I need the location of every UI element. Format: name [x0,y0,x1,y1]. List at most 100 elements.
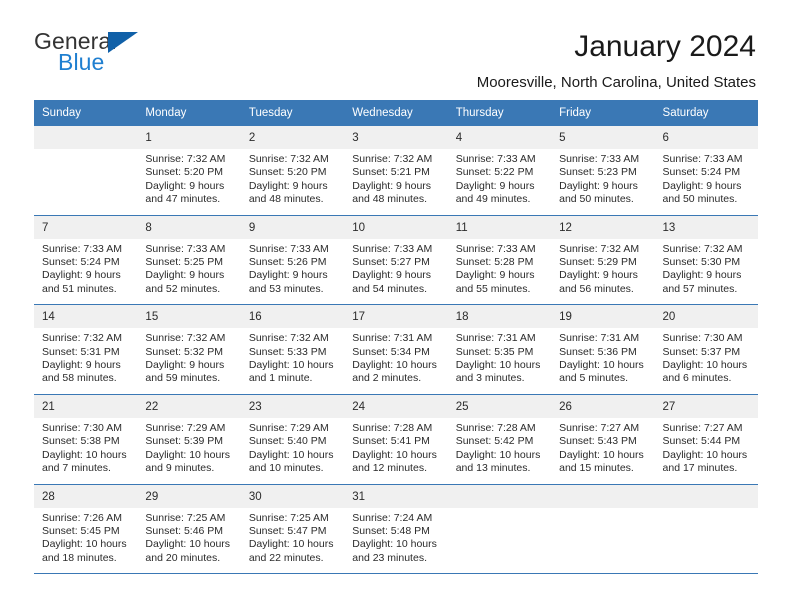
day-cell[interactable]: Sunrise: 7:31 AM Sunset: 5:34 PM Daylight:… [344,328,447,394]
day-cell[interactable]: Sunrise: 7:28 AM Sunset: 5:41 PM Daylight:… [344,418,447,484]
day-detail-line: Sunset: 5:28 PM [455,256,534,269]
day-cell[interactable]: Sunrise: 7:25 AM Sunset: 5:46 PM Daylight:… [137,508,240,574]
day-detail-line: and 17 minutes. [662,462,738,475]
day-number[interactable]: 12 [551,216,654,239]
day-detail-line: Sunrise: 7:33 AM [352,242,433,255]
day-cell[interactable]: Sunrise: 7:32 AM Sunset: 5:33 PM Daylight:… [241,328,344,394]
day-detail-line: Daylight: 9 hours [662,269,742,282]
day-number[interactable]: 26 [551,395,654,418]
day-cell[interactable]: Sunrise: 7:33 AM Sunset: 5:25 PM Daylight:… [137,239,240,305]
day-cell[interactable]: Sunrise: 7:32 AM Sunset: 5:32 PM Daylight:… [137,328,240,394]
day-cell[interactable]: Sunrise: 7:28 AM Sunset: 5:42 PM Daylight:… [448,418,551,484]
day-cell[interactable]: Sunrise: 7:30 AM Sunset: 5:38 PM Daylight:… [34,418,137,484]
page-header: General Blue January 2024 Mooresville, N… [0,0,792,100]
weekday-header-wednesday: Wednesday [352,107,413,119]
day-detail-line: Sunrise: 7:28 AM [352,421,433,434]
day-cell[interactable]: Sunrise: 7:33 AM Sunset: 5:22 PM Daylight:… [448,149,551,215]
day-cell[interactable]: Sunrise: 7:30 AM Sunset: 5:37 PM Daylight:… [655,328,758,394]
day-number[interactable]: 8 [137,216,240,239]
day-number[interactable]: 28 [34,485,137,508]
day-cell[interactable]: Sunrise: 7:33 AM Sunset: 5:24 PM Daylight:… [34,239,137,305]
day-cell[interactable]: Sunrise: 7:33 AM Sunset: 5:27 PM Daylight:… [344,239,447,305]
day-number[interactable]: 21 [34,395,137,418]
day-detail-line: Daylight: 10 hours [662,359,748,372]
day-detail-line: and 53 minutes. [248,282,324,295]
day-cell[interactable]: Sunrise: 7:31 AM Sunset: 5:36 PM Daylight:… [551,328,654,394]
day-cell[interactable]: Sunrise: 7:32 AM Sunset: 5:29 PM Daylight:… [551,239,654,305]
day-detail-line: Sunrise: 7:24 AM [352,511,433,524]
day-detail-line: Sunrise: 7:33 AM [248,242,329,255]
day-number-row: 7 8 9 10 11 12 13 [34,215,758,239]
day-cell[interactable]: Sunrise: 7:27 AM Sunset: 5:44 PM Daylight:… [655,418,758,484]
day-cell[interactable]: Sunrise: 7:29 AM Sunset: 5:40 PM Daylight:… [241,418,344,484]
day-number[interactable]: 16 [241,305,344,328]
day-cell[interactable]: Sunrise: 7:32 AM Sunset: 5:20 PM Daylight:… [137,149,240,215]
day-detail-line: Sunrise: 7:27 AM [559,421,640,434]
day-number[interactable]: 4 [448,126,551,149]
day-detail-line: Sunset: 5:26 PM [248,256,327,269]
day-cell[interactable]: Sunrise: 7:26 AM Sunset: 5:45 PM Daylight:… [34,508,137,574]
day-cell[interactable]: Sunrise: 7:24 AM Sunset: 5:48 PM Daylight:… [344,508,447,574]
day-number[interactable]: 18 [448,305,551,328]
day-cell-empty [655,508,758,574]
day-number[interactable]: 29 [137,485,240,508]
calendar-weeks: 1 2 3 4 5 6 Sunrise: 7:32 AM Sunset: 5:20 PM Day… [34,126,758,575]
day-number[interactable]: 15 [137,305,240,328]
day-detail-line: and 50 minutes. [662,193,738,206]
day-cell[interactable]: Sunrise: 7:25 AM Sunset: 5:47 PM Daylight:… [241,508,344,574]
day-number[interactable]: 17 [344,305,447,328]
weekday-header-thursday: Thursday [455,107,504,119]
day-detail-line: Sunrise: 7:32 AM [559,242,640,255]
day-detail-line: Sunset: 5:48 PM [352,524,430,537]
day-number[interactable]: 2 [241,126,344,149]
day-cell[interactable]: Sunrise: 7:27 AM Sunset: 5:43 PM Daylight:… [551,418,654,484]
day-detail-line: Sunset: 5:27 PM [352,256,430,269]
day-number[interactable]: 23 [241,395,344,418]
day-number[interactable]: 19 [551,305,654,328]
day-cell[interactable]: Sunrise: 7:32 AM Sunset: 5:20 PM Daylight:… [241,149,344,215]
day-cell[interactable]: Sunrise: 7:32 AM Sunset: 5:31 PM Daylight:… [34,328,137,394]
day-number[interactable]: 14 [34,305,137,328]
day-detail-line: Sunrise: 7:33 AM [559,153,640,165]
day-cell[interactable]: Sunrise: 7:31 AM Sunset: 5:35 PM Daylight:… [448,328,551,394]
day-number[interactable]: 22 [137,395,240,418]
day-detail-line: Daylight: 10 hours [145,538,231,551]
day-detail-line: Daylight: 10 hours [662,448,748,461]
day-cell[interactable]: Sunrise: 7:32 AM Sunset: 5:30 PM Daylight:… [655,239,758,305]
day-detail-line: Daylight: 9 hours [42,359,121,372]
day-number[interactable]: 31 [344,485,447,508]
day-cell[interactable]: Sunrise: 7:33 AM Sunset: 5:24 PM Daylight:… [655,149,758,215]
day-number-empty [551,485,654,508]
day-number-row: 123456 [34,126,758,149]
day-detail-line: and 51 minutes. [42,282,117,295]
day-detail-line: and 18 minutes. [42,551,117,564]
day-detail-line: Sunset: 5:29 PM [559,256,637,269]
day-number[interactable]: 24 [344,395,447,418]
day-number[interactable]: 5 [551,126,654,149]
day-number[interactable]: 7 [34,216,137,239]
day-detail-line: Sunrise: 7:33 AM [662,153,743,165]
day-number[interactable]: 1 [137,126,240,149]
day-number[interactable]: 6 [655,126,758,149]
day-detail-line: Sunset: 5:34 PM [352,345,430,358]
day-cell[interactable]: Sunrise: 7:33 AM Sunset: 5:23 PM Daylight:… [551,149,654,215]
day-number[interactable]: 20 [655,305,758,328]
day-detail-line: Sunset: 5:31 PM [42,345,120,358]
day-detail-line: Sunrise: 7:32 AM [248,332,329,345]
day-detail-line: and 52 minutes. [145,282,221,295]
day-detail-row: Sunrise: 7:26 AM Sunset: 5:45 PM Daylight:… [34,507,758,574]
day-number[interactable]: 27 [655,395,758,418]
day-detail-line: Daylight: 9 hours [352,269,432,282]
day-number[interactable]: 3 [344,126,447,149]
general-blue-logo[interactable]: General Blue [34,28,164,84]
day-number[interactable]: 30 [241,485,344,508]
day-cell[interactable]: Sunrise: 7:33 AM Sunset: 5:28 PM Daylight:… [448,239,551,305]
day-cell[interactable]: Sunrise: 7:32 AM Sunset: 5:21 PM Daylight:… [344,149,447,215]
day-number[interactable]: 25 [448,395,551,418]
day-number[interactable]: 13 [655,216,758,239]
day-number[interactable]: 11 [448,216,551,239]
day-cell[interactable]: Sunrise: 7:33 AM Sunset: 5:26 PM Daylight:… [241,239,344,305]
day-number[interactable]: 10 [344,216,447,239]
day-number[interactable]: 9 [241,216,344,239]
day-cell[interactable]: Sunrise: 7:29 AM Sunset: 5:39 PM Daylight:… [137,418,240,484]
